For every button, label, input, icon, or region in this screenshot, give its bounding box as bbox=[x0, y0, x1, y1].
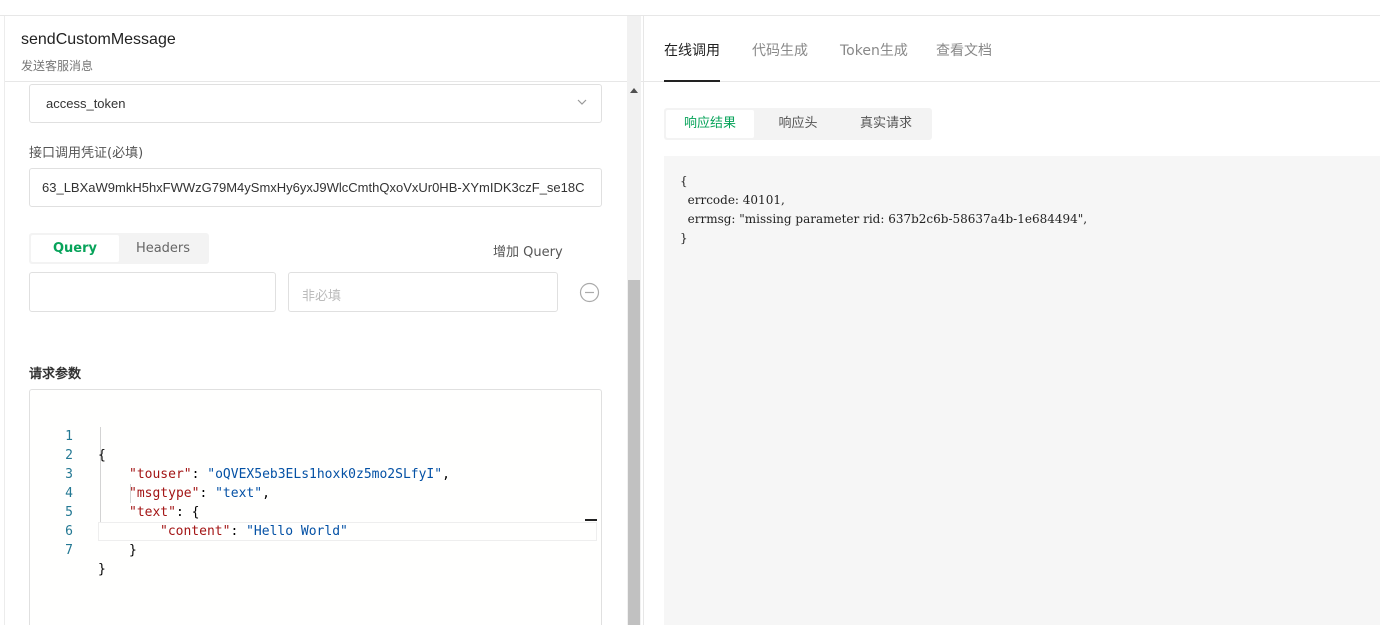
code-string: "oQVEX5eb3ELs1hoxk0z5mo2SLfyI" bbox=[207, 467, 443, 482]
code-text: } bbox=[129, 541, 137, 560]
request-panel: sendCustomMessage 发送客服消息 access_token 接口… bbox=[0, 16, 644, 625]
code-key: "msgtype" bbox=[129, 486, 200, 501]
code-key: "touser" bbox=[129, 467, 192, 482]
code-key: "text" bbox=[129, 505, 176, 520]
text-cursor bbox=[585, 519, 597, 521]
code-line: 3 "msgtype": "text", bbox=[30, 446, 270, 501]
code-line: 2 "touser": "oQVEX5eb3ELs1hoxk0z5mo2SLfy… bbox=[30, 427, 450, 482]
code-string: "Hello World" bbox=[246, 524, 348, 539]
code-brace: { bbox=[191, 505, 200, 520]
remove-circle-icon[interactable] bbox=[579, 282, 600, 303]
response-body: { errcode: 40101, errmsg: "missing param… bbox=[664, 156, 1380, 625]
code-string: "text" bbox=[215, 486, 263, 501]
code-text: "touser": "oQVEX5eb3ELs1hoxk0z5mo2SLfyI"… bbox=[129, 467, 450, 482]
line-number: 7 bbox=[65, 543, 73, 558]
tab-code-gen[interactable]: 代码生成 bbox=[752, 40, 808, 60]
tab-response-result[interactable]: 响应结果 bbox=[666, 110, 754, 138]
response-line: errcode: 40101, bbox=[680, 193, 785, 207]
code-text: } bbox=[98, 560, 106, 579]
auth-type-value: access_token bbox=[46, 96, 126, 111]
add-query-button[interactable]: 增加 Query bbox=[493, 241, 563, 260]
query-value-placeholder: 非必填 bbox=[302, 289, 342, 304]
api-header: sendCustomMessage 发送客服消息 bbox=[5, 16, 643, 82]
response-tabs: 响应结果 响应头 真实请求 bbox=[664, 108, 932, 140]
code-line: 1 { bbox=[30, 408, 106, 463]
scrollbar-thumb[interactable] bbox=[628, 280, 640, 625]
code-brace: { bbox=[98, 448, 106, 463]
api-title: sendCustomMessage bbox=[21, 31, 176, 48]
code-line: 5 "content": "Hello World" bbox=[30, 484, 348, 539]
code-line: 4 "text": { bbox=[30, 465, 199, 520]
auth-type-select[interactable]: access_token bbox=[29, 84, 602, 123]
response-line: } bbox=[680, 231, 688, 245]
top-bar bbox=[0, 0, 1380, 16]
token-label: 接口调用凭证(必填) bbox=[29, 146, 144, 161]
tab-response-headers[interactable]: 响应头 bbox=[754, 110, 842, 138]
response-line: { bbox=[680, 174, 688, 188]
indent-guide bbox=[100, 427, 101, 522]
active-tab-indicator bbox=[664, 80, 720, 82]
access-token-input[interactable]: 63_LBXaW9mkH5hxFWWzG79M4ySmxHy6yxJ9WlcCm… bbox=[29, 168, 602, 207]
tab-online-call[interactable]: 在线调用 bbox=[664, 40, 720, 60]
code-text: "msgtype": "text", bbox=[129, 486, 270, 501]
code-brace: } bbox=[98, 562, 106, 577]
query-key-input[interactable] bbox=[29, 272, 276, 312]
code-line: 6 } bbox=[30, 503, 137, 558]
tab-real-request[interactable]: 真实请求 bbox=[842, 110, 930, 138]
tab-view-docs[interactable]: 查看文档 bbox=[936, 40, 992, 60]
access-token-value: 63_LBXaW9mkH5hxFWWzG79M4ySmxHy6yxJ9WlcCm… bbox=[42, 180, 585, 195]
query-value-input[interactable]: 非必填 bbox=[288, 272, 558, 312]
main-tabs: 在线调用 代码生成 Token生成 查看文档 bbox=[644, 16, 1380, 82]
params-tabs: Query Headers bbox=[29, 233, 209, 264]
code-key: "content" bbox=[160, 524, 231, 539]
response-panel: 在线调用 代码生成 Token生成 查看文档 响应结果 响应头 真实请求 { e… bbox=[644, 16, 1380, 625]
panel-edge bbox=[4, 16, 5, 625]
code-text: { bbox=[98, 446, 106, 465]
code-text: "text": { bbox=[129, 505, 200, 520]
tab-query[interactable]: Query bbox=[31, 235, 119, 262]
scroll-up-arrow-icon[interactable] bbox=[630, 88, 638, 93]
tab-headers[interactable]: Headers bbox=[119, 235, 207, 262]
api-subtitle: 发送客服消息 bbox=[21, 59, 94, 73]
code-text: "content": "Hello World" bbox=[160, 524, 348, 539]
request-body-editor[interactable]: 1 { 2 "touser": "oQVEX5eb3ELs1hoxk0z5mo2… bbox=[29, 389, 602, 625]
chevron-down-icon bbox=[577, 99, 587, 105]
code-brace: } bbox=[129, 543, 137, 558]
tab-token-gen[interactable]: Token生成 bbox=[840, 40, 908, 60]
request-body-label: 请求参数 bbox=[29, 367, 82, 382]
code-line: 7 } bbox=[30, 522, 106, 577]
response-line: errmsg: "missing parameter rid: 637b2c6b… bbox=[680, 212, 1088, 226]
